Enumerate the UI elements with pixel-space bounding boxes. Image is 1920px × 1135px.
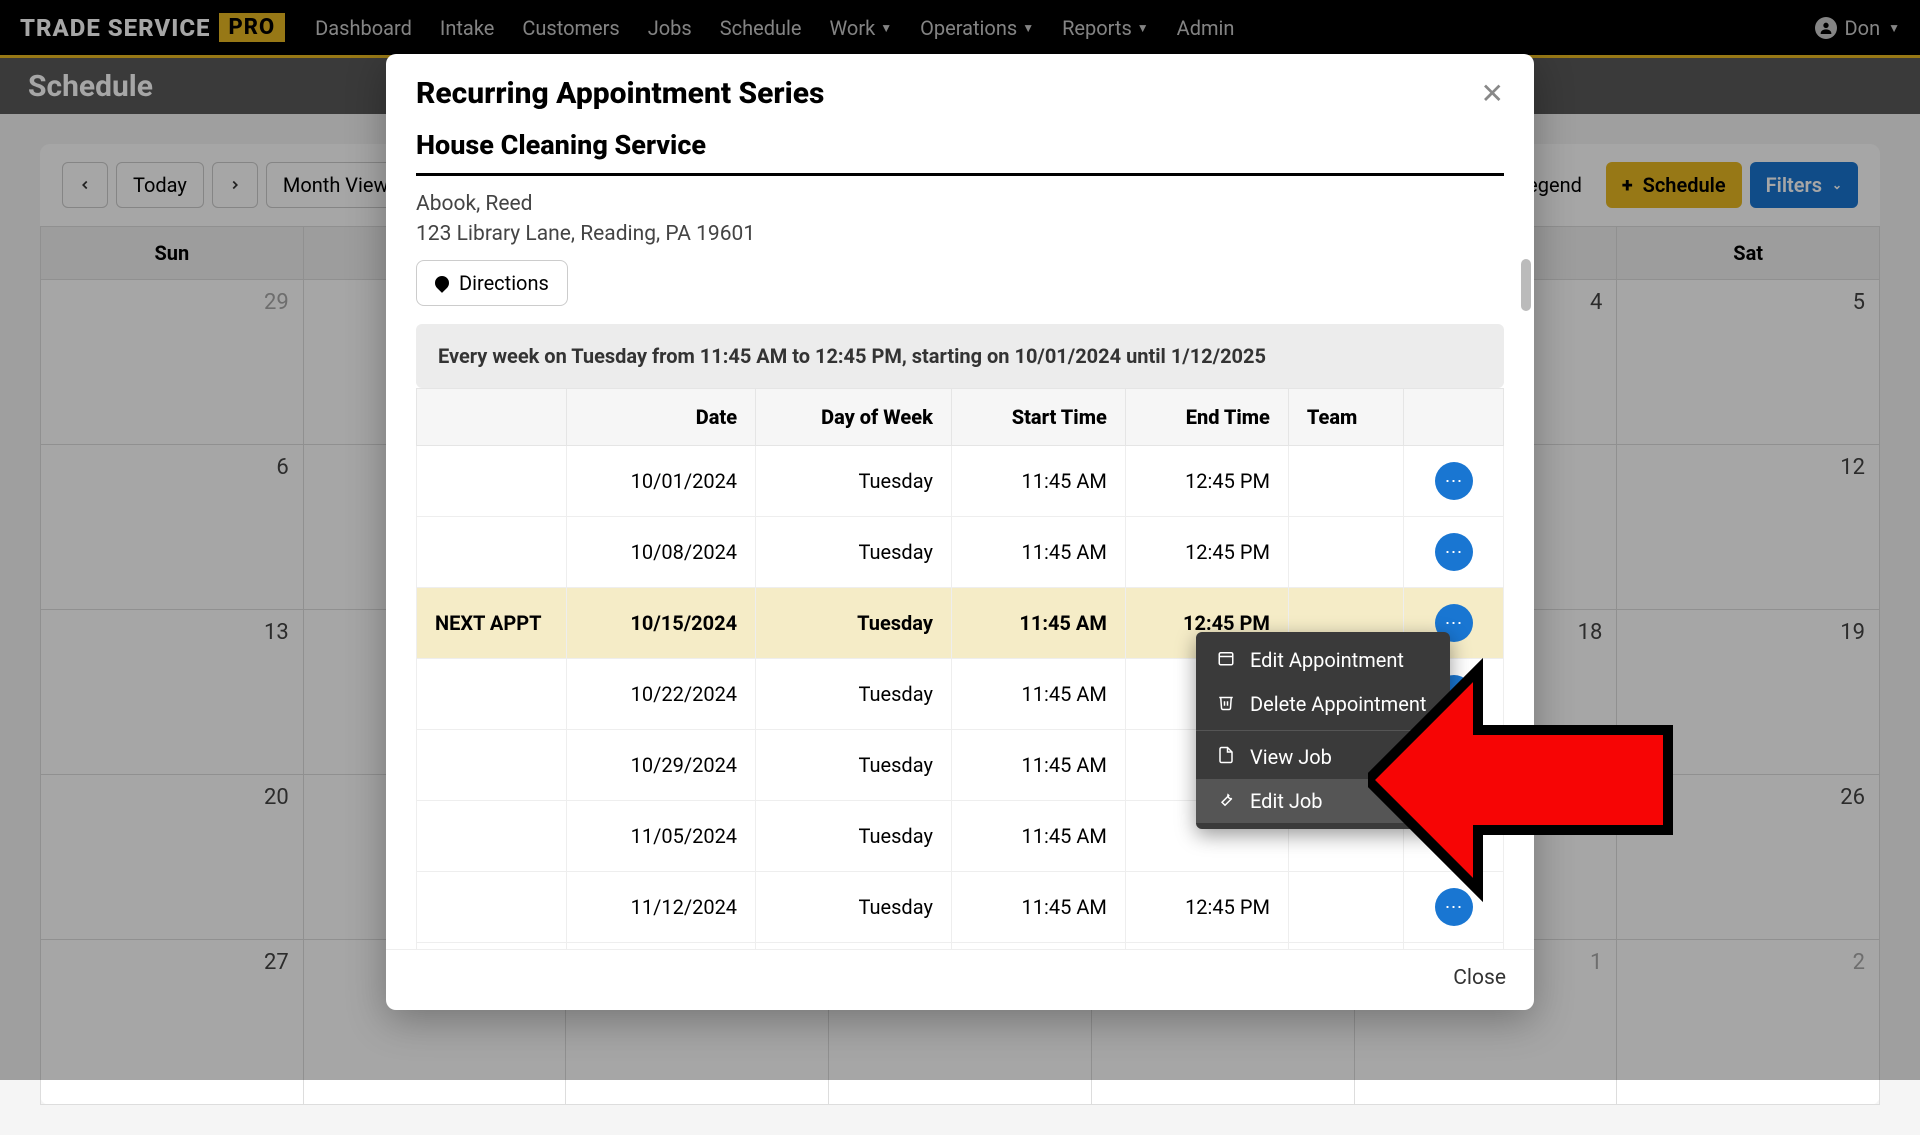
row-start: 11:45 AM [951,872,1125,943]
row-dow: Tuesday [756,588,952,659]
customer-name: Abook, Reed [416,192,1504,216]
col-date: Date [567,389,756,446]
col-start: Start Time [951,389,1125,446]
row-start: 11:45 AM [951,943,1125,950]
row-context-menu: Edit Appointment Delete Appointment View… [1196,632,1450,829]
row-menu-button[interactable]: ⋯ [1435,533,1473,571]
wrench-icon [1216,790,1236,813]
row-label [417,872,567,943]
row-team [1288,517,1403,588]
row-end: 12:45 PM [1125,943,1288,950]
row-dow: Tuesday [756,659,952,730]
row-menu-button[interactable]: ⋯ [1435,462,1473,500]
row-start: 11:45 AM [951,659,1125,730]
recurrence-description: Every week on Tuesday from 11:45 AM to 1… [416,324,1504,388]
row-date: 11/12/2024 [567,872,756,943]
row-label [417,801,567,872]
row-start: 11:45 AM [951,446,1125,517]
row-team [1288,872,1403,943]
map-pin-icon [432,273,452,293]
modal-title: Recurring Appointment Series [416,76,824,111]
col-actions [1404,389,1504,446]
scrollbar-thumb[interactable] [1521,259,1531,311]
table-row: 11/19/2024 Tuesday 11:45 AM 12:45 PM ⋯ [417,943,1504,950]
row-date: 11/05/2024 [567,801,756,872]
menu-delete-appointment[interactable]: Delete Appointment [1196,682,1450,726]
table-row: 10/01/2024 Tuesday 11:45 AM 12:45 PM ⋯ [417,446,1504,517]
row-label [417,517,567,588]
row-dow: Tuesday [756,517,952,588]
row-start: 11:45 AM [951,588,1125,659]
row-start: 11:45 AM [951,517,1125,588]
row-menu-button[interactable]: ⋯ [1435,888,1473,926]
document-icon [1216,746,1236,769]
directions-button[interactable]: Directions [416,260,568,306]
row-start: 11:45 AM [951,801,1125,872]
col-team: Team [1288,389,1403,446]
row-team [1288,446,1403,517]
row-label [417,446,567,517]
row-dow: Tuesday [756,872,952,943]
row-date: 10/29/2024 [567,730,756,801]
menu-divider [1196,730,1450,731]
row-label [417,730,567,801]
row-end: 12:45 PM [1125,517,1288,588]
row-label [417,659,567,730]
menu-edit-appointment[interactable]: Edit Appointment [1196,638,1450,682]
row-label: NEXT APPT [417,588,567,659]
col-dow: Day of Week [756,389,952,446]
row-date: 10/15/2024 [567,588,756,659]
row-team [1288,943,1403,950]
row-end: 12:45 PM [1125,446,1288,517]
row-end: 12:45 PM [1125,872,1288,943]
trash-icon [1216,693,1236,716]
col-blank [417,389,567,446]
recurring-appointment-modal: Recurring Appointment Series ✕ House Cle… [386,54,1534,1010]
row-label [417,943,567,950]
calendar-icon [1216,649,1236,672]
row-dow: Tuesday [756,446,952,517]
row-start: 11:45 AM [951,730,1125,801]
row-date: 10/22/2024 [567,659,756,730]
row-date: 11/19/2024 [567,943,756,950]
row-dow: Tuesday [756,801,952,872]
col-end: End Time [1125,389,1288,446]
row-dow: Tuesday [756,943,952,950]
table-row: 11/12/2024 Tuesday 11:45 AM 12:45 PM ⋯ [417,872,1504,943]
modal-close-button[interactable]: ✕ [1481,77,1504,110]
row-date: 10/01/2024 [567,446,756,517]
customer-address: 123 Library Lane, Reading, PA 19601 [416,222,1504,246]
row-date: 10/08/2024 [567,517,756,588]
row-dow: Tuesday [756,730,952,801]
series-title: House Cleaning Service [416,129,1504,176]
table-row: 10/08/2024 Tuesday 11:45 AM 12:45 PM ⋯ [417,517,1504,588]
menu-view-job[interactable]: View Job [1196,735,1450,779]
close-button[interactable]: Close [1453,966,1506,990]
menu-edit-job[interactable]: Edit Job [1196,779,1450,823]
